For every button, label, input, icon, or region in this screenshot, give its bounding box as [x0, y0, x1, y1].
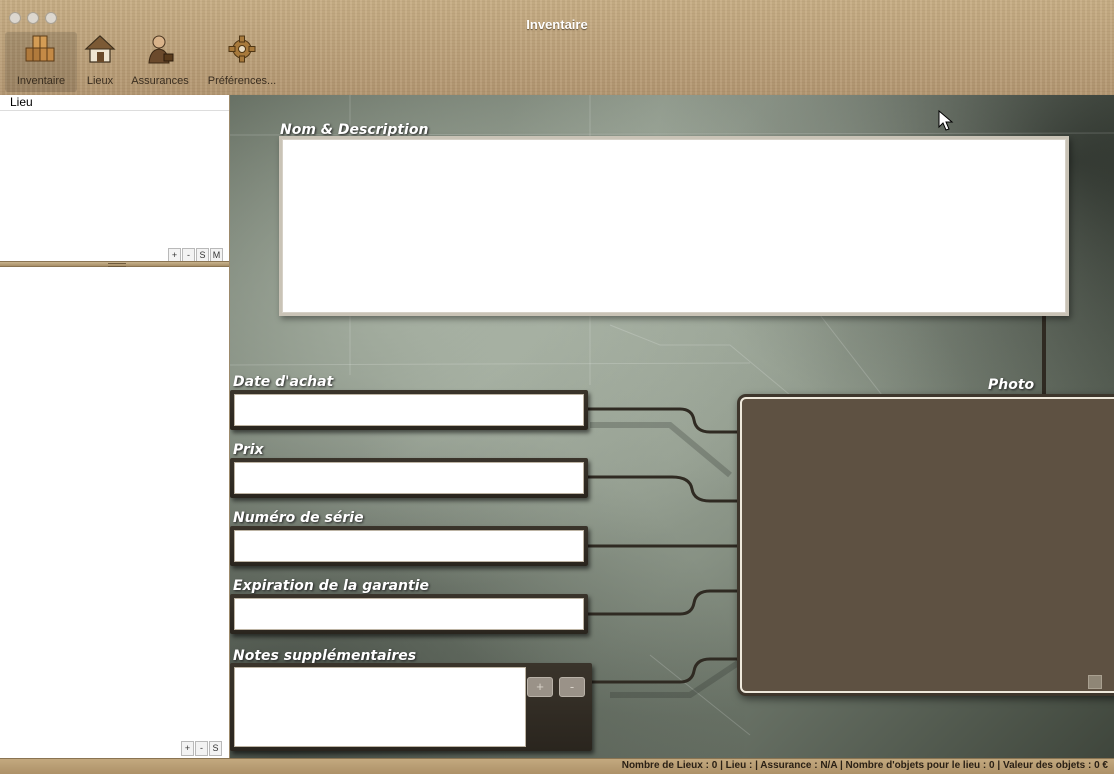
warranty-expiration-field[interactable] — [234, 598, 584, 630]
mouse-cursor-icon — [938, 110, 954, 131]
photo-corner-button[interactable] — [1088, 675, 1102, 689]
remove-item-button[interactable]: - — [195, 741, 208, 756]
add-note-button[interactable]: + — [527, 677, 553, 697]
status-bar: Nombre de Lieux : 0 | Lieu : | Assurance… — [0, 758, 1114, 774]
serial-number-frame — [230, 526, 588, 566]
lieu-column-header[interactable]: Lieu — [0, 95, 229, 111]
window-titlebar-toolbar: Inventaire Inventaire Lieux Assurances P… — [0, 0, 1114, 96]
s-item-button[interactable]: S — [209, 741, 222, 756]
house-icon — [84, 35, 116, 63]
name-description-label: Nom & Description — [280, 122, 429, 138]
photo-well[interactable] — [740, 397, 1114, 693]
price-label: Prix — [233, 442, 264, 458]
sidebar: Lieu + - S M + - S — [0, 95, 230, 758]
serial-number-field[interactable] — [234, 530, 584, 562]
toolbar-preferences-button[interactable]: Préférences... — [199, 32, 285, 92]
toolbar-lieux-button[interactable]: Lieux — [77, 32, 123, 92]
gear-icon — [228, 35, 256, 63]
notes-label: Notes supplémentaires — [233, 648, 417, 664]
photo-label: Photo — [988, 377, 1035, 393]
lieu-list[interactable] — [0, 112, 229, 257]
price-frame — [230, 458, 588, 498]
toolbar-assurances-button[interactable]: Assurances — [124, 32, 196, 92]
window-title: Inventaire — [526, 17, 588, 32]
purchase-date-frame — [230, 390, 588, 430]
notes-field[interactable] — [234, 667, 526, 747]
add-item-button[interactable]: + — [181, 741, 194, 756]
items-list-buttons: + - S — [180, 741, 222, 756]
name-description-field[interactable] — [282, 139, 1066, 313]
toolbar-inventaire-button[interactable]: Inventaire — [5, 32, 77, 92]
toolbar-label: Lieux — [86, 75, 114, 87]
status-text: Nombre de Lieux : 0 | Lieu : | Assurance… — [621, 760, 1108, 771]
warranty-expiration-label: Expiration de la garantie — [233, 578, 429, 594]
notes-frame: + - — [230, 663, 592, 751]
price-field[interactable] — [234, 462, 584, 494]
remove-note-button[interactable]: - — [559, 677, 585, 697]
toolbar-label: Assurances — [131, 75, 189, 87]
toolbar-label: Préférences... — [207, 75, 277, 87]
serial-number-label: Numéro de série — [233, 510, 364, 526]
warranty-expiration-frame — [230, 594, 588, 634]
items-list[interactable] — [0, 267, 229, 735]
item-detail-panel: Nom & Description Date d'achat Prix Numé… — [230, 95, 1114, 758]
purchase-date-label: Date d'achat — [233, 374, 334, 390]
toolbar-label: Inventaire — [16, 75, 66, 87]
purchase-date-field[interactable] — [234, 394, 584, 426]
agent-icon — [148, 35, 174, 64]
boxes-icon — [25, 35, 55, 62]
